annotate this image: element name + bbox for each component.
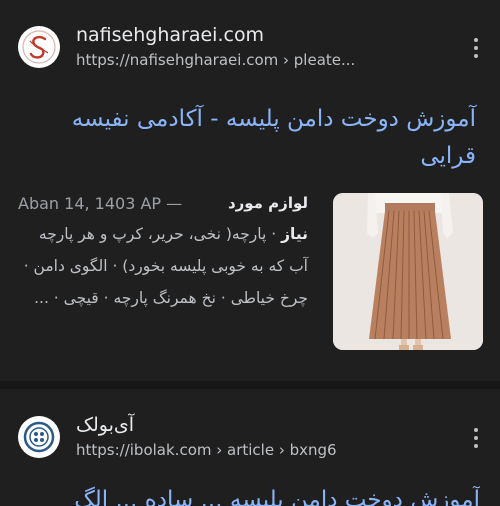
result-title-link[interactable]: آموزش دوخت دامن پلیسه - آکادمی نفیسه قرا… [14, 101, 476, 175]
s-logo-icon [18, 26, 60, 68]
more-options-icon[interactable] [466, 424, 486, 452]
site-url: https://ibolak.com › article › bxng6 [76, 441, 337, 459]
snippet-text: نیاز · پارچه( نخی، حریر، کرپ و هر پارچه … [18, 218, 308, 314]
more-options-icon[interactable] [466, 34, 486, 62]
result-divider [0, 381, 500, 389]
snippet-label: لوازم مورد [227, 194, 308, 212]
result-snippet: Aban 14, 1403 AP — لوازم مورد نیاز · پار… [18, 190, 308, 350]
pleated-skirt-image[interactable] [333, 193, 483, 350]
site-header[interactable]: آی‌بولک https://ibolak.com › article › b… [18, 413, 337, 461]
snippet-bold: نیاز [281, 225, 308, 243]
button-logo-icon [18, 416, 60, 458]
site-name: آی‌بولک [76, 414, 135, 436]
result-title-link[interactable]: آموزش دوخت دامن پلیسه ... ساده ... الگ [60, 486, 480, 506]
site-url: https://nafisehgharaei.com › pleate... [76, 51, 356, 69]
result-date: Aban 14, 1403 AP — [18, 194, 183, 213]
site-name: nafisehgharaei.com [76, 24, 265, 46]
snippet-body: · پارچه( نخی، حریر، کرپ و هر پارچه آب که… [23, 225, 308, 307]
site-header[interactable]: nafisehgharaei.com https://nafisehgharae… [18, 23, 355, 71]
